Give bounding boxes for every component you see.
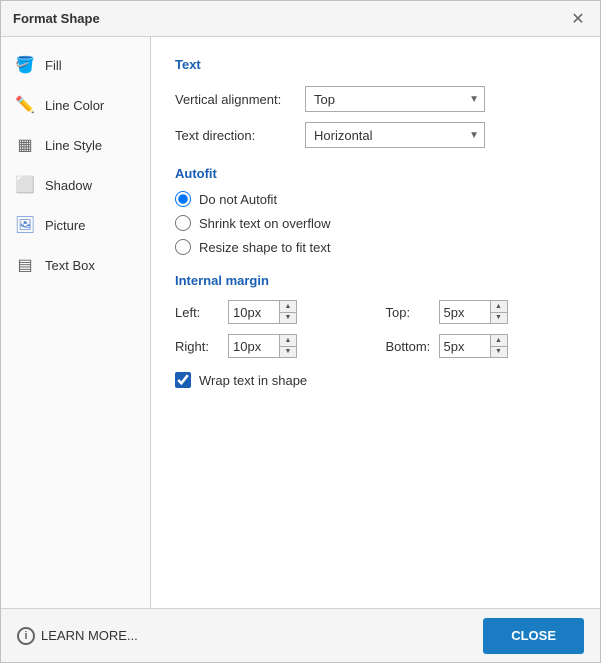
margin-right-row: Right: ▲ ▼: [175, 334, 366, 358]
main-content: Text Vertical alignment: Top Middle Bott…: [151, 37, 600, 608]
sidebar-item-line-style[interactable]: ▦ Line Style: [1, 125, 150, 165]
textbox-icon: ▤: [15, 255, 35, 275]
margin-top-label: Top:: [386, 305, 431, 320]
text-direction-label: Text direction:: [175, 128, 305, 143]
margin-left-spinbox-buttons: ▲ ▼: [279, 301, 296, 323]
dialog-body: 🪣 Fill ✏️ Line Color ▦ Line Style ⬜ Shad…: [1, 37, 600, 608]
margin-top-increment-button[interactable]: ▲: [491, 301, 507, 312]
fill-icon: 🪣: [15, 55, 35, 75]
sidebar: 🪣 Fill ✏️ Line Color ▦ Line Style ⬜ Shad…: [1, 37, 151, 608]
autofit-option-shrink: Shrink text on overflow: [175, 215, 576, 231]
margin-left-spinbox: ▲ ▼: [228, 300, 297, 324]
radio-do-not-autofit-label: Do not Autofit: [199, 192, 277, 207]
line-color-icon: ✏️: [15, 95, 35, 115]
learn-more-label: LEARN MORE...: [41, 628, 138, 643]
radio-resize-shape[interactable]: [175, 239, 191, 255]
margin-bottom-input[interactable]: [440, 335, 490, 357]
margin-bottom-label: Bottom:: [386, 339, 431, 354]
sidebar-item-label-text-box: Text Box: [45, 258, 95, 273]
margin-left-decrement-button[interactable]: ▼: [280, 312, 296, 323]
margin-right-spinbox-buttons: ▲ ▼: [279, 335, 296, 357]
sidebar-item-line-color[interactable]: ✏️ Line Color: [1, 85, 150, 125]
margin-right-decrement-button[interactable]: ▼: [280, 346, 296, 357]
margin-top-row: Top: ▲ ▼: [386, 300, 577, 324]
sidebar-item-fill[interactable]: 🪣 Fill: [1, 45, 150, 85]
internal-margin-section: Internal margin Left: ▲ ▼: [175, 273, 576, 388]
sidebar-item-label-picture: Picture: [45, 218, 85, 233]
autofit-option-resize: Resize shape to fit text: [175, 239, 576, 255]
wrap-text-label: Wrap text in shape: [199, 373, 307, 388]
margin-left-row: Left: ▲ ▼: [175, 300, 366, 324]
dialog-footer: i LEARN MORE... CLOSE: [1, 608, 600, 662]
margin-bottom-increment-button[interactable]: ▲: [491, 335, 507, 346]
vertical-alignment-select[interactable]: Top Middle Bottom: [305, 86, 485, 112]
margin-right-spinbox: ▲ ▼: [228, 334, 297, 358]
text-section-title: Text: [175, 57, 576, 72]
close-button[interactable]: CLOSE: [483, 618, 584, 654]
dialog-titlebar: Format Shape ✕: [1, 1, 600, 37]
format-shape-dialog: Format Shape ✕ 🪣 Fill ✏️ Line Color ▦ Li…: [0, 0, 601, 663]
wrap-text-row: Wrap text in shape: [175, 372, 576, 388]
vertical-alignment-row: Vertical alignment: Top Middle Bottom ▼: [175, 86, 576, 112]
sidebar-item-shadow[interactable]: ⬜ Shadow: [1, 165, 150, 205]
margin-grid: Left: ▲ ▼ Top:: [175, 300, 576, 358]
internal-margin-title: Internal margin: [175, 273, 576, 288]
margin-bottom-spinbox: ▲ ▼: [439, 334, 508, 358]
vertical-alignment-select-wrapper: Top Middle Bottom ▼: [305, 86, 485, 112]
margin-left-label: Left:: [175, 305, 220, 320]
radio-do-not-autofit[interactable]: [175, 191, 191, 207]
margin-bottom-spinbox-buttons: ▲ ▼: [490, 335, 507, 357]
margin-right-label: Right:: [175, 339, 220, 354]
shadow-icon: ⬜: [15, 175, 35, 195]
sidebar-item-label-fill: Fill: [45, 58, 62, 73]
margin-bottom-decrement-button[interactable]: ▼: [491, 346, 507, 357]
autofit-option-do-not: Do not Autofit: [175, 191, 576, 207]
radio-shrink-text[interactable]: [175, 215, 191, 231]
wrap-text-checkbox[interactable]: [175, 372, 191, 388]
text-direction-select[interactable]: Horizontal Vertical Rotate 90° Rotate 27…: [305, 122, 485, 148]
margin-bottom-row: Bottom: ▲ ▼: [386, 334, 577, 358]
vertical-alignment-label: Vertical alignment:: [175, 92, 305, 107]
picture-icon: 🖼: [15, 215, 35, 235]
autofit-section-title: Autofit: [175, 166, 576, 181]
margin-top-spinbox-buttons: ▲ ▼: [490, 301, 507, 323]
learn-more-link[interactable]: i LEARN MORE...: [17, 627, 138, 645]
margin-top-spinbox: ▲ ▼: [439, 300, 508, 324]
sidebar-item-label-shadow: Shadow: [45, 178, 92, 193]
radio-shrink-text-label: Shrink text on overflow: [199, 216, 331, 231]
text-direction-row: Text direction: Horizontal Vertical Rota…: [175, 122, 576, 148]
sidebar-item-picture[interactable]: 🖼 Picture: [1, 205, 150, 245]
radio-resize-shape-label: Resize shape to fit text: [199, 240, 331, 255]
autofit-section: Autofit Do not Autofit Shrink text on ov…: [175, 166, 576, 255]
sidebar-item-label-line-color: Line Color: [45, 98, 104, 113]
sidebar-item-label-line-style: Line Style: [45, 138, 102, 153]
margin-top-input[interactable]: [440, 301, 490, 323]
margin-right-input[interactable]: [229, 335, 279, 357]
margin-left-input[interactable]: [229, 301, 279, 323]
margin-top-decrement-button[interactable]: ▼: [491, 312, 507, 323]
dialog-title: Format Shape: [13, 11, 100, 26]
line-style-icon: ▦: [15, 135, 35, 155]
info-icon: i: [17, 627, 35, 645]
close-x-button[interactable]: ✕: [568, 9, 588, 29]
margin-right-increment-button[interactable]: ▲: [280, 335, 296, 346]
text-direction-select-wrapper: Horizontal Vertical Rotate 90° Rotate 27…: [305, 122, 485, 148]
sidebar-item-text-box[interactable]: ▤ Text Box: [1, 245, 150, 285]
margin-left-increment-button[interactable]: ▲: [280, 301, 296, 312]
